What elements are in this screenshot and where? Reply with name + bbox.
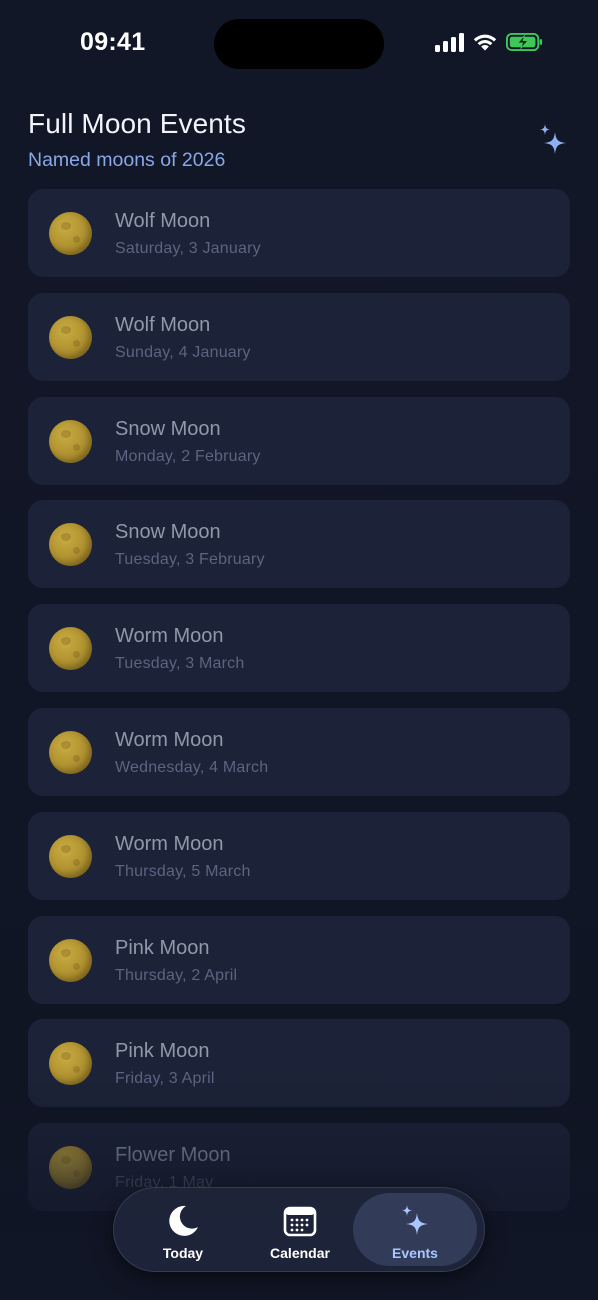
full-moon-icon (49, 730, 92, 774)
battery-charging-icon (506, 32, 543, 52)
moon-icon (169, 1205, 198, 1236)
sparkles-icon (402, 1205, 428, 1235)
tab-label: Today (162, 1245, 204, 1261)
event-name: Pink Moon (115, 936, 210, 959)
tab-label: Calendar (270, 1245, 330, 1261)
wifi-icon (473, 34, 497, 51)
event-name: Worm Moon (115, 728, 224, 751)
dynamic-island (214, 19, 384, 69)
cellular-signal-icon (435, 32, 464, 52)
event-name: Pink Moon (115, 1040, 210, 1063)
event-date: Tuesday, 3 February (115, 551, 265, 569)
event-name: Wolf Moon (115, 313, 211, 336)
tab-today[interactable]: Today (121, 1193, 245, 1266)
event-card[interactable]: Pink Moon Thursday, 2 April (28, 915, 570, 1004)
status-icons (435, 32, 544, 52)
full-moon-icon (49, 1042, 92, 1086)
sparkles-icon (540, 124, 566, 154)
screen: 09:41 Full Moon Events Named moons of 20… (0, 0, 598, 1300)
tab-bar: Today Calendar Events (113, 1187, 485, 1272)
event-card[interactable]: Pink Moon Friday, 3 April (28, 1019, 570, 1108)
full-moon-icon (49, 938, 92, 982)
tab-calendar[interactable]: Calendar (238, 1193, 362, 1266)
event-list: Wolf Moon Saturday, 3 January Wolf Moon … (28, 189, 570, 1227)
full-moon-icon (49, 834, 92, 878)
full-moon-icon (49, 315, 92, 359)
event-date: Sunday, 4 January (115, 343, 251, 361)
tab-label: Events (392, 1245, 438, 1261)
event-date: Saturday, 3 January (115, 240, 261, 257)
event-name: Worm Moon (115, 832, 224, 855)
page-subtitle: Named moons of 2026 (28, 149, 226, 171)
event-card[interactable]: Snow Moon Monday, 2 February (28, 396, 570, 485)
status-time: 09:41 (80, 28, 146, 56)
event-date: Tuesday, 3 March (115, 655, 245, 673)
event-card[interactable]: Worm Moon Thursday, 5 March (28, 811, 570, 900)
event-card[interactable]: Wolf Moon Sunday, 4 January (28, 292, 570, 381)
event-card[interactable]: Snow Moon Tuesday, 3 February (28, 500, 570, 589)
full-moon-icon (49, 212, 92, 255)
event-card[interactable]: Worm Moon Tuesday, 3 March (28, 604, 570, 693)
full-moon-icon (49, 419, 92, 463)
event-name: Snow Moon (115, 521, 221, 544)
event-date: Thursday, 2 April (115, 966, 238, 984)
event-date: Thursday, 5 March (115, 862, 251, 880)
event-name: Wolf Moon (115, 210, 211, 232)
status-bar: 09:41 (0, 0, 598, 90)
event-date: Wednesday, 4 March (115, 758, 269, 776)
event-name: Worm Moon (115, 625, 224, 648)
event-card[interactable]: Wolf Moon Saturday, 3 January (28, 189, 570, 277)
tab-events[interactable]: Events (353, 1193, 477, 1266)
calendar-icon (283, 1206, 317, 1237)
event-card[interactable]: Worm Moon Wednesday, 4 March (28, 707, 570, 796)
sparkles-button[interactable] (538, 122, 570, 158)
full-moon-icon (49, 627, 92, 671)
event-date: Monday, 2 February (115, 447, 261, 465)
page-title: Full Moon Events (28, 108, 246, 139)
event-name: Flower Moon (115, 1144, 231, 1167)
full-moon-icon (49, 1146, 92, 1190)
page-header: Full Moon Events Named moons of 2026 (28, 108, 568, 172)
full-moon-icon (49, 523, 92, 567)
event-date: Friday, 3 April (115, 1070, 215, 1088)
event-name: Snow Moon (115, 417, 221, 440)
